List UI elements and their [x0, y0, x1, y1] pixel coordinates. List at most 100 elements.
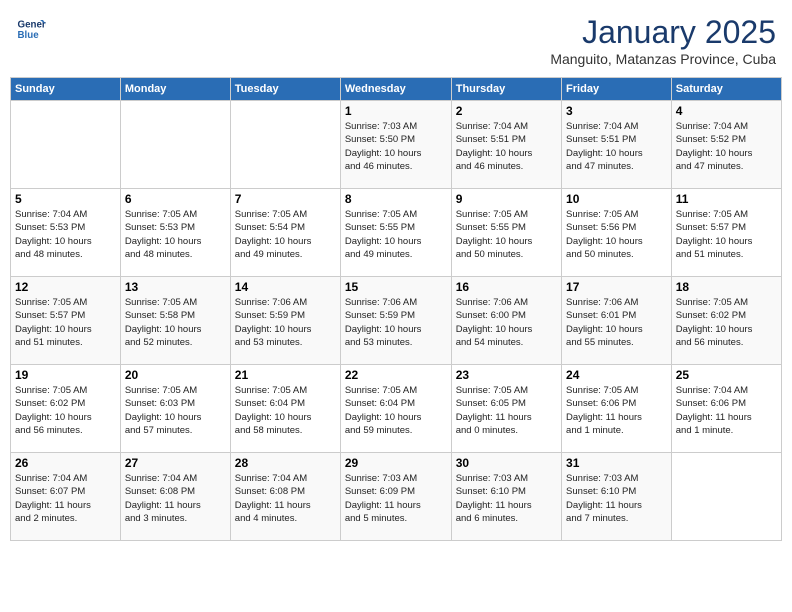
day-info: Sunrise: 7:05 AM Sunset: 5:55 PM Dayligh…: [345, 208, 447, 261]
day-info: Sunrise: 7:04 AM Sunset: 6:08 PM Dayligh…: [125, 472, 226, 525]
calendar-cell: 15Sunrise: 7:06 AM Sunset: 5:59 PM Dayli…: [340, 277, 451, 365]
title-area: January 2025 Manguito, Matanzas Province…: [550, 14, 776, 67]
day-number: 22: [345, 368, 447, 382]
day-number: 11: [676, 192, 777, 206]
day-info: Sunrise: 7:03 AM Sunset: 6:10 PM Dayligh…: [456, 472, 557, 525]
day-number: 16: [456, 280, 557, 294]
day-number: 17: [566, 280, 667, 294]
calendar-cell: 22 Sunrise: 7:05 AM Sunset: 6:04 PM Dayli…: [340, 365, 451, 453]
day-info: Sunrise: 7:04 AM Sunset: 5:51 PM Dayligh…: [566, 120, 667, 173]
day-info: Sunrise: 7:05 AM Sunset: 6:04 PM Dayligh…: [235, 384, 336, 437]
calendar-week-row: 1Sunrise: 7:03 AM Sunset: 5:50 PM Daylig…: [11, 101, 782, 189]
weekday-header: Friday: [562, 78, 672, 101]
weekday-header: Tuesday: [230, 78, 340, 101]
day-number: 9: [456, 192, 557, 206]
day-number: 1: [345, 104, 447, 118]
day-number: 15: [345, 280, 447, 294]
day-info: Sunrise: 7:06 AM Sunset: 6:00 PM Dayligh…: [456, 296, 557, 349]
day-info: Sunrise: 7:04 AM Sunset: 6:06 PM Dayligh…: [676, 384, 777, 437]
calendar-cell: [230, 101, 340, 189]
day-number: 18: [676, 280, 777, 294]
calendar-cell: 18 Sunrise: 7:05 AM Sunset: 6:02 PM Dayli…: [671, 277, 781, 365]
day-number: 21: [235, 368, 336, 382]
calendar-cell: 29Sunrise: 7:03 AM Sunset: 6:09 PM Dayli…: [340, 453, 451, 541]
day-info: Sunrise: 7:04 AM Sunset: 5:53 PM Dayligh…: [15, 208, 116, 261]
day-number: 4: [676, 104, 777, 118]
day-info: Sunrise: 7:04 AM Sunset: 5:51 PM Dayligh…: [456, 120, 557, 173]
day-info: Sunrise: 7:06 AM Sunset: 5:59 PM Dayligh…: [235, 296, 336, 349]
day-info: Sunrise: 7:03 AM Sunset: 6:09 PM Dayligh…: [345, 472, 447, 525]
day-info: Sunrise: 7:05 AM Sunset: 5:56 PM Dayligh…: [566, 208, 667, 261]
calendar-cell: 7Sunrise: 7:05 AM Sunset: 5:54 PM Daylig…: [230, 189, 340, 277]
day-number: 25: [676, 368, 777, 382]
calendar-cell: 31 Sunrise: 7:03 AM Sunset: 6:10 PM Dayli…: [562, 453, 672, 541]
calendar-header-row: SundayMondayTuesdayWednesdayThursdayFrid…: [11, 78, 782, 101]
day-info: Sunrise: 7:06 AM Sunset: 6:01 PM Dayligh…: [566, 296, 667, 349]
day-info: Sunrise: 7:05 AM Sunset: 6:06 PM Dayligh…: [566, 384, 667, 437]
day-info: Sunrise: 7:05 AM Sunset: 6:03 PM Dayligh…: [125, 384, 226, 437]
day-number: 10: [566, 192, 667, 206]
calendar-cell: 11 Sunrise: 7:05 AM Sunset: 5:57 PM Dayli…: [671, 189, 781, 277]
calendar-cell: 20 Sunrise: 7:05 AM Sunset: 6:03 PM Dayli…: [120, 365, 230, 453]
calendar-cell: 13Sunrise: 7:05 AM Sunset: 5:58 PM Dayli…: [120, 277, 230, 365]
calendar-cell: [671, 453, 781, 541]
day-info: Sunrise: 7:05 AM Sunset: 6:02 PM Dayligh…: [15, 384, 116, 437]
weekday-header: Wednesday: [340, 78, 451, 101]
calendar-cell: 9 Sunrise: 7:05 AM Sunset: 5:55 PM Daylig…: [451, 189, 561, 277]
calendar-cell: 21 Sunrise: 7:05 AM Sunset: 6:04 PM Dayli…: [230, 365, 340, 453]
calendar-body: 1Sunrise: 7:03 AM Sunset: 5:50 PM Daylig…: [11, 101, 782, 541]
day-number: 6: [125, 192, 226, 206]
day-info: Sunrise: 7:05 AM Sunset: 5:57 PM Dayligh…: [676, 208, 777, 261]
calendar-cell: 3 Sunrise: 7:04 AM Sunset: 5:51 PM Daylig…: [562, 101, 672, 189]
calendar-cell: 8 Sunrise: 7:05 AM Sunset: 5:55 PM Daylig…: [340, 189, 451, 277]
day-number: 7: [235, 192, 336, 206]
day-info: Sunrise: 7:05 AM Sunset: 6:04 PM Dayligh…: [345, 384, 447, 437]
calendar-cell: 6 Sunrise: 7:05 AM Sunset: 5:53 PM Daylig…: [120, 189, 230, 277]
weekday-header: Monday: [120, 78, 230, 101]
day-number: 8: [345, 192, 447, 206]
day-info: Sunrise: 7:05 AM Sunset: 6:05 PM Dayligh…: [456, 384, 557, 437]
header: General Blue January 2025 Manguito, Mata…: [10, 10, 782, 71]
weekday-header: Saturday: [671, 78, 781, 101]
location-subtitle: Manguito, Matanzas Province, Cuba: [550, 51, 776, 67]
svg-text:Blue: Blue: [18, 30, 40, 41]
calendar-cell: 24 Sunrise: 7:05 AM Sunset: 6:06 PM Dayli…: [562, 365, 672, 453]
day-number: 3: [566, 104, 667, 118]
calendar-cell: 5Sunrise: 7:04 AM Sunset: 5:53 PM Daylig…: [11, 189, 121, 277]
day-number: 26: [15, 456, 116, 470]
calendar-cell: 4 Sunrise: 7:04 AM Sunset: 5:52 PM Daylig…: [671, 101, 781, 189]
calendar-week-row: 5Sunrise: 7:04 AM Sunset: 5:53 PM Daylig…: [11, 189, 782, 277]
weekday-header: Thursday: [451, 78, 561, 101]
calendar-cell: 1Sunrise: 7:03 AM Sunset: 5:50 PM Daylig…: [340, 101, 451, 189]
day-number: 13: [125, 280, 226, 294]
calendar-cell: 16 Sunrise: 7:06 AM Sunset: 6:00 PM Dayli…: [451, 277, 561, 365]
calendar-cell: 23Sunrise: 7:05 AM Sunset: 6:05 PM Dayli…: [451, 365, 561, 453]
calendar-cell: 26 Sunrise: 7:04 AM Sunset: 6:07 PM Dayli…: [11, 453, 121, 541]
day-info: Sunrise: 7:05 AM Sunset: 5:53 PM Dayligh…: [125, 208, 226, 261]
day-number: 30: [456, 456, 557, 470]
calendar-cell: 17 Sunrise: 7:06 AM Sunset: 6:01 PM Dayli…: [562, 277, 672, 365]
day-number: 24: [566, 368, 667, 382]
day-info: Sunrise: 7:05 AM Sunset: 6:02 PM Dayligh…: [676, 296, 777, 349]
day-number: 19: [15, 368, 116, 382]
day-info: Sunrise: 7:05 AM Sunset: 5:57 PM Dayligh…: [15, 296, 116, 349]
calendar-cell: 25 Sunrise: 7:04 AM Sunset: 6:06 PM Dayli…: [671, 365, 781, 453]
calendar-cell: 12 Sunrise: 7:05 AM Sunset: 5:57 PM Dayli…: [11, 277, 121, 365]
calendar-week-row: 26 Sunrise: 7:04 AM Sunset: 6:07 PM Dayli…: [11, 453, 782, 541]
day-number: 20: [125, 368, 226, 382]
logo: General Blue: [16, 14, 46, 44]
calendar-cell: 28Sunrise: 7:04 AM Sunset: 6:08 PM Dayli…: [230, 453, 340, 541]
day-info: Sunrise: 7:04 AM Sunset: 5:52 PM Dayligh…: [676, 120, 777, 173]
calendar-cell: 27Sunrise: 7:04 AM Sunset: 6:08 PM Dayli…: [120, 453, 230, 541]
day-info: Sunrise: 7:05 AM Sunset: 5:55 PM Dayligh…: [456, 208, 557, 261]
day-number: 31: [566, 456, 667, 470]
calendar-table: SundayMondayTuesdayWednesdayThursdayFrid…: [10, 77, 782, 541]
logo-icon: General Blue: [16, 14, 46, 44]
day-number: 12: [15, 280, 116, 294]
month-title: January 2025: [550, 14, 776, 51]
day-number: 2: [456, 104, 557, 118]
day-info: Sunrise: 7:04 AM Sunset: 6:07 PM Dayligh…: [15, 472, 116, 525]
day-info: Sunrise: 7:03 AM Sunset: 6:10 PM Dayligh…: [566, 472, 667, 525]
calendar-cell: [120, 101, 230, 189]
day-info: Sunrise: 7:04 AM Sunset: 6:08 PM Dayligh…: [235, 472, 336, 525]
